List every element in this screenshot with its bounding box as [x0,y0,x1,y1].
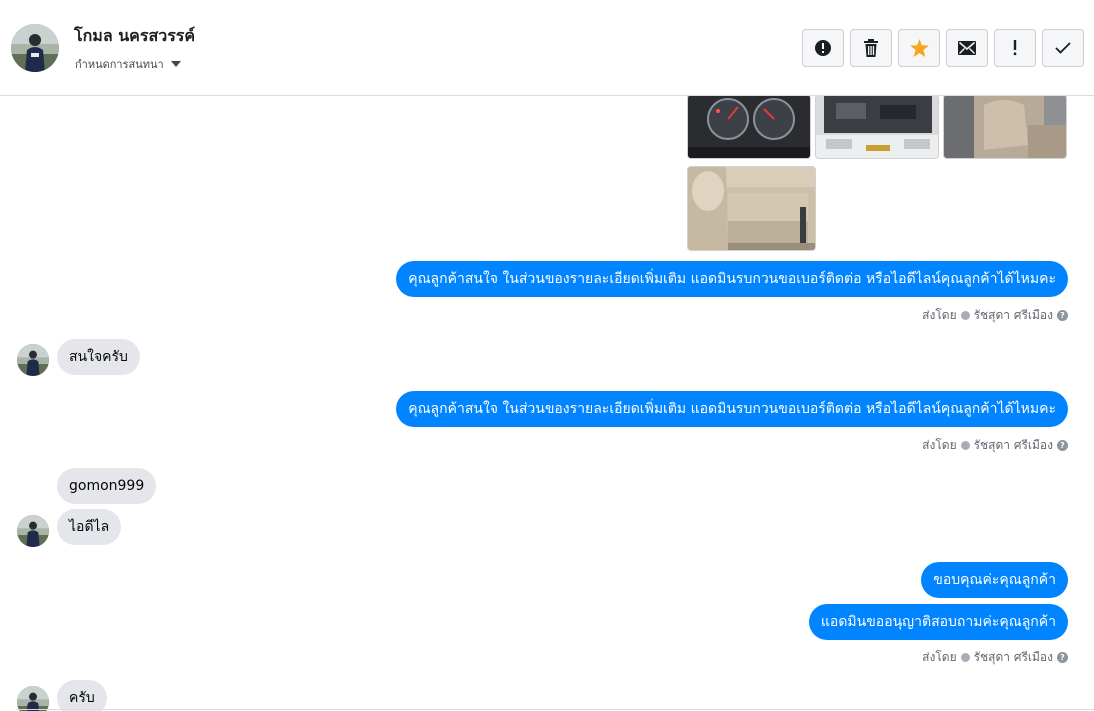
verified-dot-icon [960,653,970,662]
photo-rear-seat[interactable] [687,166,816,251]
sent-by-label: ส่งโดย [922,650,957,664]
delete-button[interactable] [850,29,892,67]
outgoing-message[interactable]: คุณลูกค้าสนใจ ในส่วนของรายละเอียดเพิ่มเต… [396,261,1068,297]
outgoing-message[interactable]: ขอบคุณค่ะคุณลูกค้า [921,562,1068,598]
sent-by-info: ส่งโดย รัชสุดา ศรีเมือง ? [922,306,1068,325]
follow-up-button[interactable] [994,29,1036,67]
conversation-header: โกมล นครสวรรค์ กำหนดการสนทนา [0,0,1094,96]
check-icon [1055,42,1071,54]
envelope-icon [958,41,976,55]
incoming-message[interactable]: สนใจครับ [57,339,140,375]
message-thread[interactable]: คุณลูกค้าสนใจ ในส่วนของรายละเอียดเพิ่มเต… [0,96,1094,711]
trash-icon [864,39,878,57]
help-icon[interactable]: ? [1057,310,1068,321]
conversation-settings-dropdown[interactable]: กำหนดการสนทนา [75,55,181,73]
outgoing-message[interactable]: แอดมินขออนุญาติสอบถามค่ะคุณลูกค้า [808,604,1068,640]
verified-dot-icon [960,311,970,320]
sent-by-label: ส่งโดย [922,438,957,452]
exclamation-icon [1013,40,1017,56]
sender-name[interactable]: รัชสุดา ศรีเมือง [974,436,1053,455]
incoming-message[interactable]: gomon999 [57,468,157,504]
report-button[interactable] [802,29,844,67]
incoming-message[interactable]: ไอดีไล [57,509,122,545]
mark-done-button[interactable] [1042,29,1084,67]
contact-avatar-small[interactable] [17,686,49,711]
contact-avatar-small[interactable] [17,515,49,547]
header-actions [802,29,1084,67]
help-icon[interactable]: ? [1057,652,1068,663]
sent-by-info: ส่งโดย รัชสุดา ศรีเมือง ? [922,648,1068,667]
caret-down-icon [170,61,181,67]
sent-by-label: ส่งโดย [922,308,957,322]
contact-avatar-small[interactable] [17,344,49,376]
photo-engine[interactable] [815,96,939,159]
help-icon[interactable]: ? [1057,440,1068,451]
mark-unread-button[interactable] [946,29,988,67]
star-icon [909,39,929,57]
alert-circle-icon [815,40,831,56]
contact-avatar[interactable] [11,24,59,72]
composer-divider [16,709,1094,710]
sent-by-info: ส่งโดย รัชสุดา ศรีเมือง ? [922,436,1068,455]
verified-dot-icon [960,441,970,450]
incoming-message[interactable]: ครับ [57,680,107,711]
star-button[interactable] [898,29,940,67]
photo-dashboard[interactable] [687,96,811,159]
outgoing-message[interactable]: คุณลูกค้าสนใจ ในส่วนของรายละเอียดเพิ่มเต… [396,391,1068,427]
sender-name[interactable]: รัชสุดา ศรีเมือง [974,648,1053,667]
contact-name: โกมล นครสวรรค์ [74,26,196,45]
conversation-settings-label: กำหนดการสนทนา [75,58,164,71]
photo-front-seat[interactable] [943,96,1067,159]
sender-name[interactable]: รัชสุดา ศรีเมือง [974,306,1053,325]
